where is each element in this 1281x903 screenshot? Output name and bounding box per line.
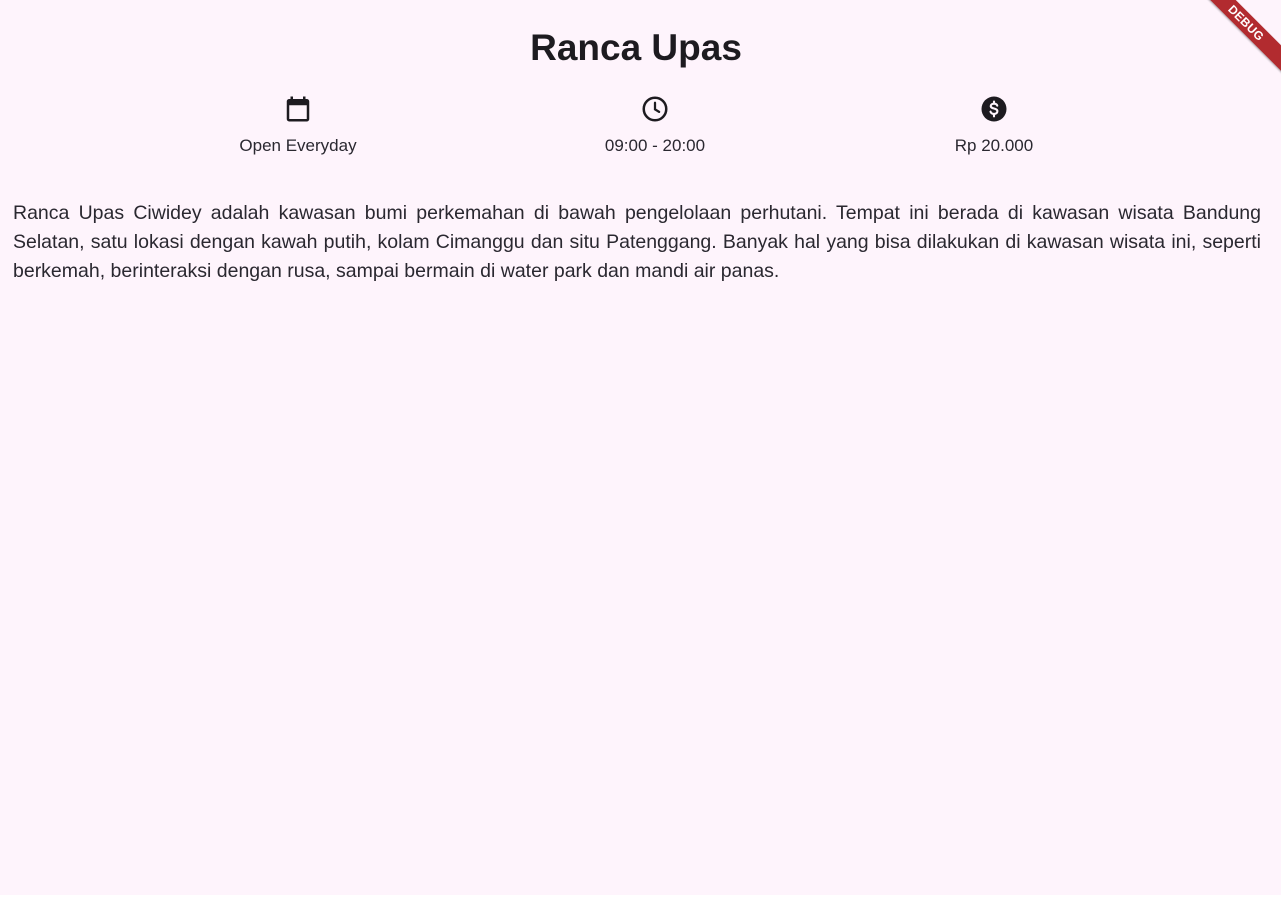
clock-icon bbox=[640, 94, 670, 124]
ticket-price-info: Rp 20.000 bbox=[884, 94, 1104, 156]
dollar-icon bbox=[979, 94, 1009, 124]
page-title: Ranca Upas bbox=[530, 27, 742, 68]
open-days-info: Open Everyday bbox=[188, 94, 408, 156]
place-description: Ranca Upas Ciwidey adalah kawasan bumi p… bbox=[13, 202, 1261, 282]
calendar-icon bbox=[283, 94, 313, 124]
open-days-label: Open Everyday bbox=[239, 136, 357, 155]
opening-hours-info: 09:00 - 20:00 bbox=[545, 94, 765, 156]
ticket-price-label: Rp 20.000 bbox=[954, 136, 1034, 155]
opening-hours-label: 09:00 - 20:00 bbox=[604, 136, 706, 155]
app-screen: Ranca Upas Open Everyday 09:00 - 20:00 R… bbox=[0, 0, 1281, 895]
